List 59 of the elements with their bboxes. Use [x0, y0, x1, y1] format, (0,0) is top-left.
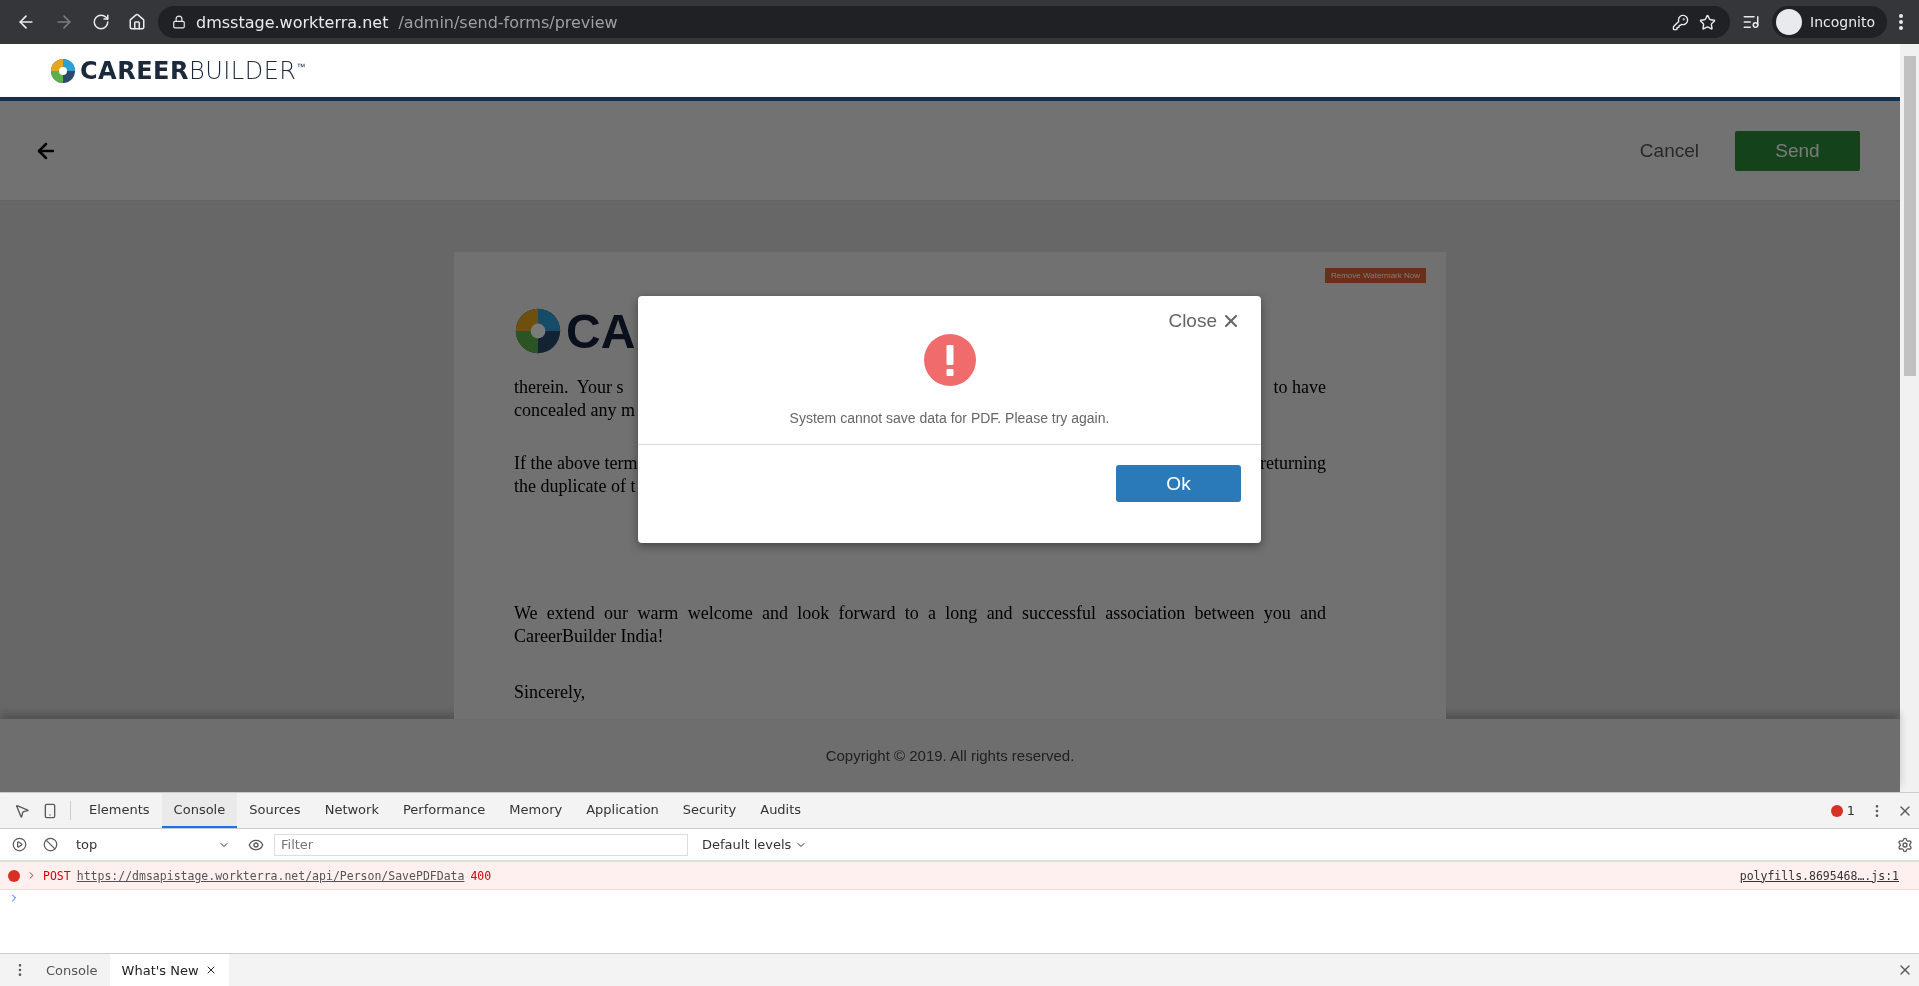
- home-icon: [128, 13, 146, 31]
- profile-button[interactable]: Incognito: [1772, 6, 1887, 38]
- avatar-icon: [1776, 9, 1803, 35]
- logo-text: CA: [566, 303, 636, 359]
- document-text: to have: [1273, 376, 1326, 399]
- url-path: /admin/send-forms/preview: [398, 12, 619, 32]
- document-text: concealed any m: [514, 399, 635, 422]
- document-paragraph: Sincerely,: [514, 681, 587, 704]
- alert-icon: [923, 334, 976, 386]
- play-icon: [12, 837, 27, 852]
- address-bar[interactable]: dmsstage.workterra.net /admin/send-forms/preview: [158, 6, 1731, 38]
- copyright-text: Copyright © 2019. All rights reserved.: [825, 747, 1075, 764]
- status-code: 400: [470, 868, 492, 883]
- request-url-link[interactable]: https://dmsapistage.workterra.net/api/Person/SavePDFData: [76, 868, 465, 883]
- scrollbar-thumb[interactable]: [1903, 56, 1916, 376]
- scrollbar[interactable]: [1900, 44, 1919, 792]
- drawer-tab[interactable]: Console: [34, 954, 110, 986]
- devtools-tab[interactable]: Sources: [237, 793, 313, 828]
- error-icon: [1830, 804, 1843, 817]
- lock-icon: [172, 15, 186, 29]
- menu-icon: [1899, 14, 1903, 30]
- request-method: POST: [43, 868, 71, 883]
- error-count: 1: [1846, 803, 1855, 818]
- devtools-tab[interactable]: Performance: [390, 793, 498, 828]
- document-text: the duplicate of t: [514, 475, 636, 498]
- devtools-tab[interactable]: Network: [312, 793, 391, 828]
- media-list-icon: [1742, 13, 1761, 31]
- logo-icon: [50, 57, 76, 84]
- document-text: therein. Your s: [514, 376, 624, 399]
- error-icon: [8, 869, 20, 882]
- context-select[interactable]: top: [68, 837, 238, 852]
- drawer-tab[interactable]: What's New: [109, 954, 229, 986]
- error-counter[interactable]: 1: [1822, 793, 1863, 828]
- clear-icon: [43, 837, 58, 852]
- reload-icon: [92, 13, 110, 31]
- document-paragraph: We extend our warm welcome and look forward to a long and successful association between you and CareerBuilder India!: [514, 602, 1326, 648]
- levels-dropdown[interactable]: Default levels: [696, 836, 814, 853]
- error-message: System cannot save data for PDF. Please try again.: [789, 410, 1110, 426]
- bookmark-star-icon[interactable]: [1699, 13, 1717, 31]
- cursor-icon: [14, 802, 30, 819]
- devtools-tab[interactable]: Memory: [497, 793, 575, 828]
- devtools-tab[interactable]: Application: [574, 793, 671, 828]
- document-text: returning: [1260, 452, 1326, 475]
- source-link[interactable]: polyfills.8695468….js:1: [1739, 868, 1899, 883]
- devtools-tab[interactable]: Console: [161, 793, 238, 828]
- ok-button[interactable]: Ok: [1116, 465, 1241, 502]
- logo-text: CAREERBUILDER$^{™}$: [80, 56, 306, 85]
- logo-icon: [514, 307, 562, 355]
- key-icon[interactable]: [1672, 13, 1690, 31]
- url-host: dmsstage.workterra.net: [196, 12, 389, 32]
- settings-icon: [1897, 836, 1913, 853]
- phone-icon: [42, 802, 58, 819]
- devtools-tab[interactable]: Elements: [77, 793, 162, 828]
- close-button[interactable]: Close: [1168, 310, 1241, 332]
- watermark-badge: Remove Watermark Now: [1324, 268, 1426, 283]
- devtools-tab[interactable]: Security: [670, 793, 749, 828]
- filter-field[interactable]: Filter: [274, 833, 688, 856]
- devtools-tab[interactable]: Audits: [748, 793, 814, 828]
- document-text: If the above term: [514, 452, 638, 475]
